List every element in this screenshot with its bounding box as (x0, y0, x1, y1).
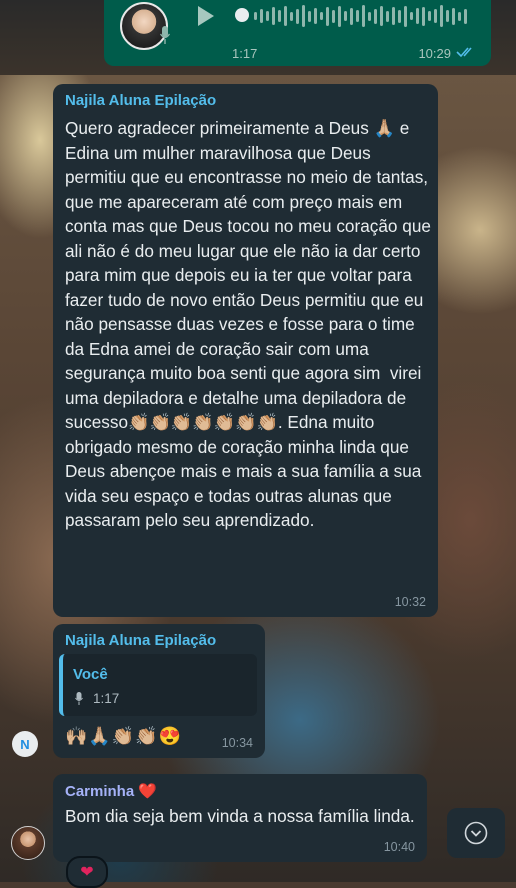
message-time: 10:34 (221, 736, 253, 750)
scroll-to-bottom-button[interactable] (447, 808, 505, 858)
play-icon[interactable] (198, 6, 214, 26)
message-time: 10:32 (394, 595, 426, 609)
avatar[interactable] (11, 826, 45, 860)
incoming-message[interactable]: Carminha ❤️ Bom dia seja bem vinda a nos… (53, 774, 427, 862)
sender-name[interactable]: Najila Aluna Epilação (65, 632, 216, 649)
quoted-message[interactable]: Você 1:17 (59, 654, 257, 716)
audio-waveform[interactable] (254, 4, 479, 28)
chevron-down-icon (464, 821, 488, 845)
emoji-message: 🙌🏼🙏🏼👏🏼👏🏼😍 (65, 726, 183, 746)
message-text: Quero agradecer primeiramente a Deus 🙏🏼 … (65, 118, 436, 530)
reaction-badge[interactable]: ❤ (66, 856, 108, 888)
mic-icon (160, 26, 170, 44)
avatar[interactable]: N (12, 731, 38, 757)
outgoing-voice-message[interactable]: 1:17 10:29 (104, 0, 491, 66)
sender-name[interactable]: Carminha ❤️ (65, 782, 157, 800)
incoming-message[interactable]: Najila Aluna Epilação Quero agradecer pr… (53, 84, 438, 617)
double-check-icon (456, 47, 472, 58)
mic-icon (75, 692, 83, 705)
voice-duration: 1:17 (232, 46, 258, 61)
message-time: 10:40 (383, 840, 415, 854)
incoming-reply-message[interactable]: Najila Aluna Epilação Você 1:17 🙌🏼🙏🏼👏🏼👏🏼… (53, 624, 265, 758)
audio-scrubber[interactable] (235, 8, 249, 22)
quoted-sender: Você (73, 666, 108, 683)
sender-name[interactable]: Najila Aluna Epilação (65, 92, 216, 109)
quoted-duration: 1:17 (93, 691, 120, 706)
message-text: Bom dia seja bem vinda a nossa família l… (65, 806, 415, 826)
message-time: 10:29 (418, 46, 451, 61)
